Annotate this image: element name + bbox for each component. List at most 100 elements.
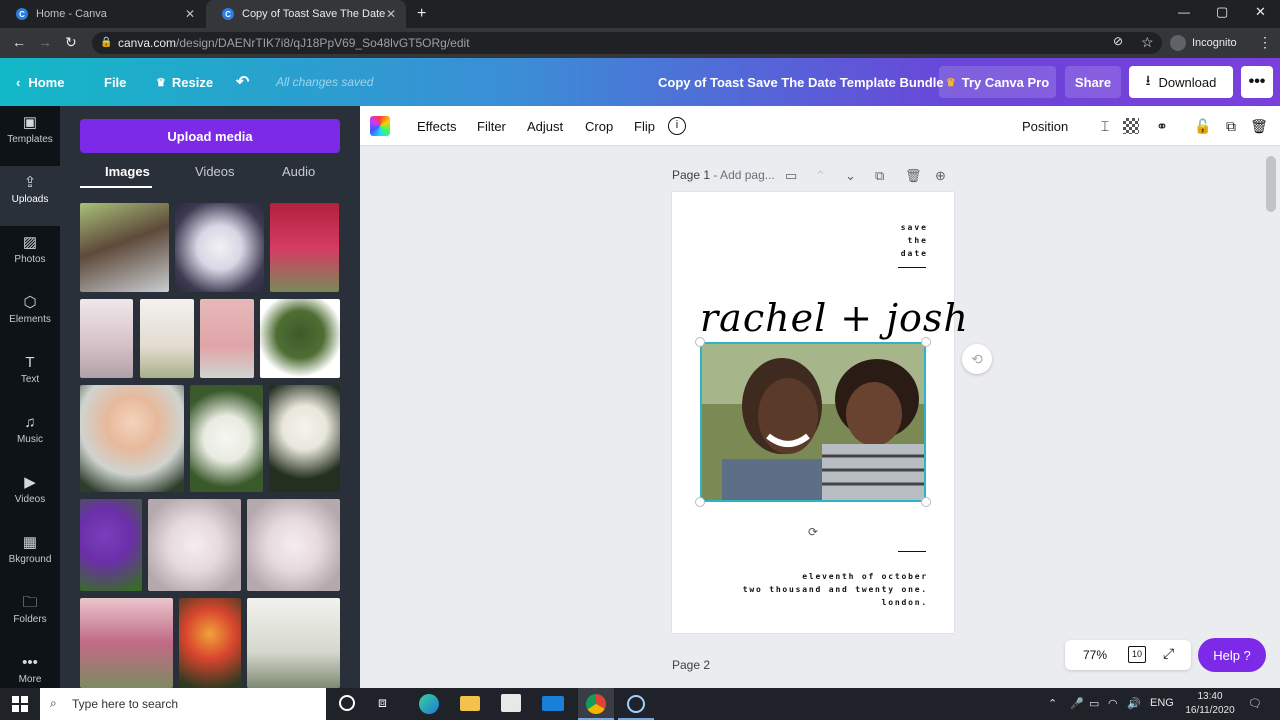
- filter-button[interactable]: Filter: [477, 106, 506, 146]
- vertical-scrollbar[interactable]: [1266, 156, 1276, 212]
- edge-icon[interactable]: [419, 694, 439, 714]
- cortana-icon[interactable]: [339, 695, 355, 711]
- language-indicator[interactable]: ENG: [1150, 697, 1174, 709]
- url-field[interactable]: 🔒 canva.com/design/DAENrTIK7i8/qJ18PpV69…: [92, 32, 1162, 54]
- file-explorer-icon[interactable]: [460, 696, 480, 711]
- upload-thumbnail-couple[interactable]: [80, 203, 169, 292]
- event-details-text[interactable]: eleventh of october two thousand and twe…: [700, 570, 928, 609]
- nav-uploads[interactable]: ⇪ Uploads: [0, 166, 60, 226]
- link-icon[interactable]: ⚭: [1152, 116, 1172, 136]
- resize-handle-br[interactable]: [921, 497, 931, 507]
- upload-thumbnail-lily-2[interactable]: [247, 499, 340, 591]
- clock[interactable]: 13:40 16/11/2020: [1180, 690, 1240, 718]
- nav-background[interactable]: ▦ Bkground: [0, 526, 60, 586]
- page-notes-icon[interactable]: ▭: [785, 168, 797, 184]
- paint-roller-icon[interactable]: ⌶: [1095, 116, 1115, 136]
- share-button[interactable]: Share: [1065, 66, 1121, 98]
- nav-music[interactable]: ♫ Music: [0, 406, 60, 466]
- close-window-icon[interactable]: ✕: [1255, 4, 1266, 20]
- info-icon[interactable]: i: [668, 117, 686, 135]
- couple-names-text[interactable]: rachel + josh: [700, 296, 968, 386]
- delete-page-icon[interactable]: 🗑: [905, 168, 922, 184]
- windows-start-icon[interactable]: [12, 696, 28, 712]
- crop-button[interactable]: Crop: [585, 106, 613, 146]
- help-button[interactable]: Help ?: [1198, 638, 1266, 672]
- volume-icon[interactable]: 🔊: [1127, 697, 1141, 710]
- lock-icon[interactable]: 🔓: [1193, 116, 1213, 136]
- nav-photos[interactable]: ▨ Photos: [0, 226, 60, 286]
- tab-videos[interactable]: Videos: [195, 164, 235, 179]
- incognito-indicator[interactable]: Incognito: [1170, 33, 1237, 53]
- resize-handle-tr[interactable]: [921, 337, 931, 347]
- upload-thumbnail-red-flowers[interactable]: [270, 203, 339, 292]
- recorder-taskbar-button[interactable]: [618, 688, 654, 720]
- notifications-icon[interactable]: 🗨: [1248, 697, 1262, 710]
- chrome-taskbar-button[interactable]: [578, 688, 614, 720]
- page-title-input[interactable]: - Add pag...: [713, 168, 774, 182]
- upload-thumbnail-calla-lily[interactable]: [269, 385, 340, 492]
- refresh-suggest-icon[interactable]: ⟲: [962, 344, 992, 374]
- duplicate-icon[interactable]: ⧉: [1221, 116, 1241, 136]
- save-the-date-text[interactable]: save the date: [880, 221, 928, 260]
- upload-thumbnail-snapdragons[interactable]: [80, 598, 173, 688]
- store-icon[interactable]: [501, 694, 521, 712]
- upload-thumbnail-lily-1[interactable]: [148, 499, 241, 591]
- new-tab-icon[interactable]: +: [417, 5, 426, 23]
- upload-thumbnail-pink-carnations[interactable]: [200, 299, 254, 378]
- rotate-handle-icon[interactable]: ⟳: [803, 522, 823, 542]
- tab-audio[interactable]: Audio: [282, 164, 315, 179]
- tab-home-canva[interactable]: C Home - Canva ✕: [0, 0, 205, 28]
- task-view-icon[interactable]: ⧈: [378, 694, 387, 711]
- upload-thumbnail-white-blossoms[interactable]: [140, 299, 194, 378]
- more-options-button[interactable]: •••: [1241, 66, 1273, 98]
- file-menu-button[interactable]: File: [104, 58, 126, 106]
- document-title[interactable]: Copy of Toast Save The Date Template Bun…: [658, 58, 944, 106]
- page-count[interactable]: 10: [1128, 646, 1146, 663]
- back-icon[interactable]: ←: [12, 34, 26, 50]
- adjust-button[interactable]: Adjust: [527, 106, 563, 146]
- upload-thumbnail-purple-alliums[interactable]: [80, 499, 142, 591]
- upload-thumbnail-white-field[interactable]: [247, 598, 340, 688]
- page-down-icon[interactable]: ⌄: [845, 168, 856, 184]
- nav-folders[interactable]: 🗀 Folders: [0, 586, 60, 646]
- download-button[interactable]: ⭳ Download: [1129, 66, 1233, 98]
- reload-icon[interactable]: ↻: [65, 34, 77, 51]
- wifi-icon[interactable]: ◠: [1108, 697, 1118, 710]
- upload-media-button[interactable]: Upload media: [80, 119, 340, 153]
- close-tab-icon[interactable]: ✕: [386, 7, 396, 21]
- add-page-icon[interactable]: ⊕: [935, 168, 946, 184]
- upload-thumbnail-white-flower[interactable]: [175, 203, 264, 292]
- flip-button[interactable]: Flip: [634, 106, 655, 146]
- forward-icon[interactable]: →: [38, 34, 52, 50]
- upload-thumbnail-peach-chrysanthemum[interactable]: [80, 385, 184, 492]
- nav-elements[interactable]: ⬡ Elements: [0, 286, 60, 346]
- star-icon[interactable]: ☆: [1141, 34, 1154, 51]
- tab-images[interactable]: Images: [105, 164, 150, 179]
- upload-thumbnail-greenery[interactable]: [260, 299, 340, 378]
- position-button[interactable]: Position: [1022, 106, 1068, 146]
- close-tab-icon[interactable]: ✕: [185, 7, 195, 21]
- microphone-icon[interactable]: 🎤: [1070, 697, 1084, 710]
- duplicate-page-icon[interactable]: ⧉: [875, 168, 884, 184]
- page-up-icon[interactable]: ⌃: [815, 168, 826, 184]
- maximize-icon[interactable]: ▢: [1216, 4, 1228, 20]
- resize-handle-tl[interactable]: [695, 337, 705, 347]
- upload-thumbnail-pale-flowers[interactable]: [80, 299, 133, 378]
- eye-slash-icon[interactable]: ⊘: [1113, 34, 1123, 48]
- transparency-icon[interactable]: [1123, 118, 1139, 134]
- minimize-icon[interactable]: —: [1178, 5, 1190, 19]
- tab-active-design[interactable]: C Copy of Toast Save The Date Ten ✕: [206, 0, 406, 28]
- nav-text[interactable]: T Text: [0, 346, 60, 406]
- nav-videos[interactable]: ▶ Videos: [0, 466, 60, 526]
- zoom-level[interactable]: 77%: [1083, 648, 1107, 662]
- upload-thumbnail-zinnias[interactable]: [179, 598, 241, 688]
- resize-handle-bl[interactable]: [695, 497, 705, 507]
- browser-menu-icon[interactable]: ⋮: [1258, 34, 1272, 51]
- resize-button[interactable]: ♛ Resize: [156, 58, 213, 106]
- nav-templates[interactable]: ▣ Templates: [0, 106, 60, 166]
- fullscreen-icon[interactable]: ⤢: [1163, 645, 1174, 662]
- taskbar-search[interactable]: ⌕ Type here to search: [40, 688, 326, 720]
- color-picker-icon[interactable]: [370, 116, 390, 136]
- undo-icon[interactable]: ↶: [236, 58, 249, 106]
- try-canva-pro-button[interactable]: ♛ Try Canva Pro: [939, 66, 1056, 98]
